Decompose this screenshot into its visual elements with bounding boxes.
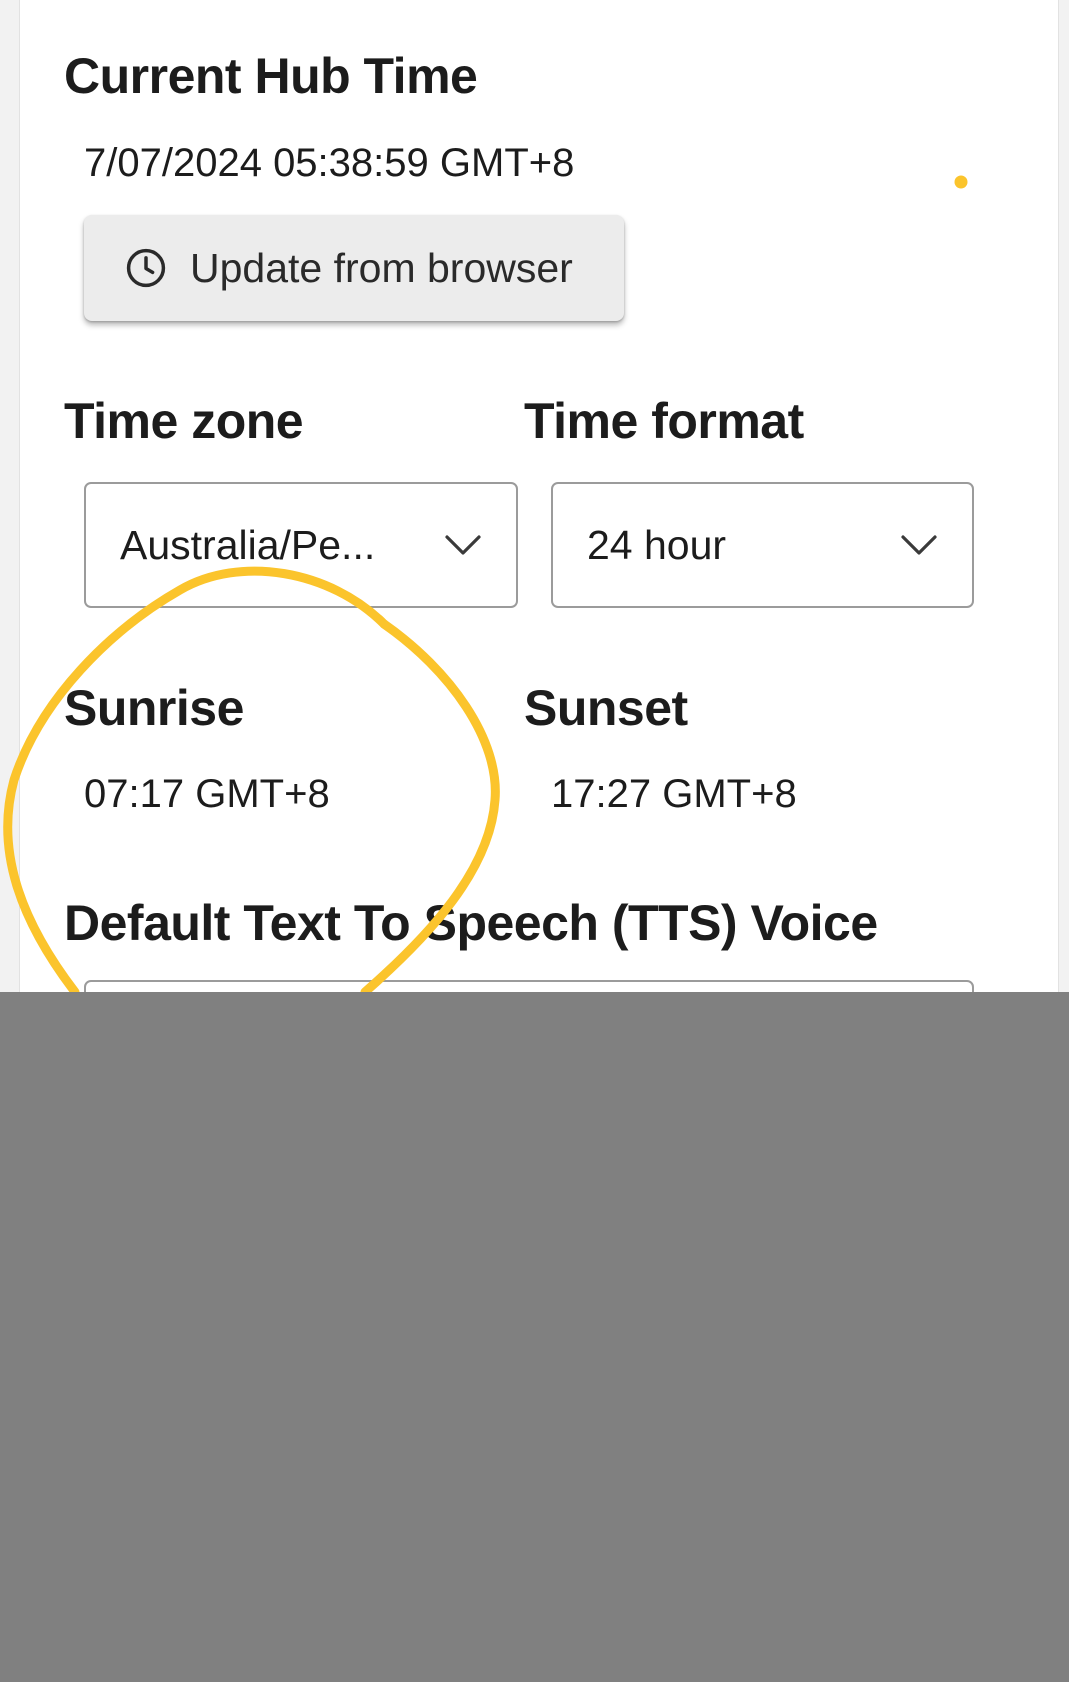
hub-time-heading: Current Hub Time	[64, 48, 478, 104]
sunset-heading: Sunset	[524, 680, 688, 736]
time-format-select[interactable]: 24 hour	[551, 482, 974, 608]
settings-page: Current Hub Time 7/07/2024 05:38:59 GMT+…	[0, 0, 1069, 1682]
update-from-browser-label: Update from browser	[190, 244, 573, 291]
sunrise-heading: Sunrise	[64, 680, 244, 736]
chevron-down-icon	[900, 533, 938, 557]
time-zone-heading: Time zone	[64, 393, 304, 449]
sunrise-value: 07:17 GMT+8	[84, 772, 330, 816]
chevron-down-icon	[444, 533, 482, 557]
tts-voice-heading: Default Text To Speech (TTS) Voice	[64, 895, 878, 951]
gray-overlay	[0, 992, 1069, 1682]
time-zone-select[interactable]: Australia/Pe...	[84, 482, 518, 608]
time-format-selected-value: 24 hour	[587, 521, 727, 568]
clock-icon	[124, 246, 190, 290]
sunset-value: 17:27 GMT+8	[551, 772, 797, 816]
hub-time-value: 7/07/2024 05:38:59 GMT+8	[84, 141, 575, 185]
time-format-heading: Time format	[524, 393, 804, 449]
update-from-browser-button[interactable]: Update from browser	[84, 215, 624, 321]
time-zone-selected-value: Australia/Pe...	[120, 521, 376, 568]
